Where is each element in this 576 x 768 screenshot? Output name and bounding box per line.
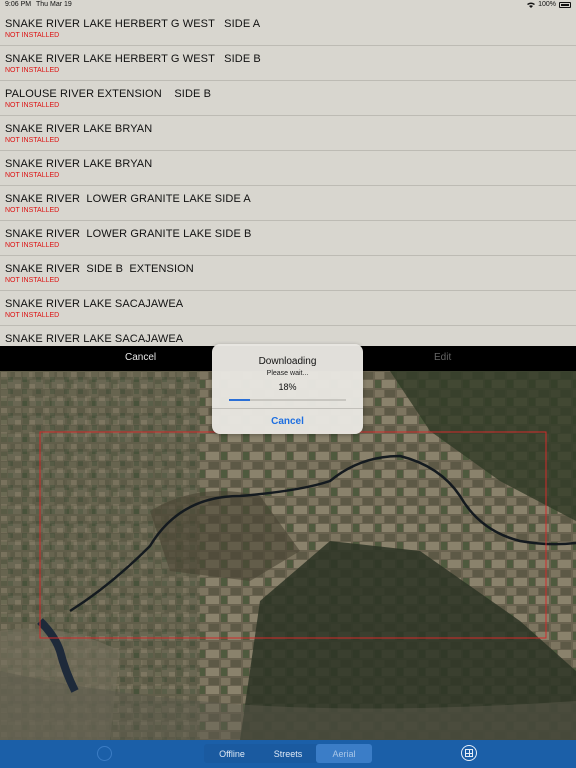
segment-aerial[interactable]: Aerial bbox=[316, 744, 372, 763]
status-date: Thu Mar 19 bbox=[36, 1, 72, 8]
segment-streets[interactable]: Streets bbox=[260, 744, 316, 763]
dialog-message: Please wait... bbox=[266, 370, 309, 377]
map-title: SNAKE RIVER LAKE HERBERT G WEST SIDE A bbox=[5, 18, 261, 30]
install-status: NOT INSTALLED bbox=[5, 102, 60, 109]
dialog-title: Downloading bbox=[258, 356, 317, 367]
map-title: SNAKE RIVER LAKE SACAJAWEA bbox=[5, 298, 184, 310]
map-title: SNAKE RIVER LAKE HERBERT G WEST SIDE B bbox=[5, 53, 261, 65]
wifi-icon bbox=[527, 2, 536, 8]
map-title: SNAKE RIVER LAKE SACAJAWEA bbox=[5, 333, 184, 345]
status-time: 9:06 PM bbox=[5, 1, 32, 8]
list-item[interactable]: PALOUSE RIVER EXTENSION SIDE B NOT INSTA… bbox=[0, 81, 576, 116]
map-type-selector: Offline Streets Aerial bbox=[204, 744, 372, 763]
map-title: SNAKE RIVER LOWER GRANITE LAKE SIDE B bbox=[5, 228, 252, 240]
list-item[interactable]: SNAKE RIVER LAKE BRYAN NOT INSTALLED bbox=[0, 151, 576, 186]
list-item[interactable]: SNAKE RIVER LAKE SACAJAWEA NOT INSTALLED bbox=[0, 291, 576, 326]
install-status: NOT INSTALLED bbox=[5, 242, 60, 249]
install-status: NOT INSTALLED bbox=[5, 67, 60, 74]
progress-fill bbox=[229, 399, 251, 401]
install-status: NOT INSTALLED bbox=[5, 32, 60, 39]
list-item[interactable]: SNAKE RIVER SIDE B EXTENSION NOT INSTALL… bbox=[0, 256, 576, 291]
progress-percent: 18% bbox=[278, 382, 297, 392]
map-title: SNAKE RIVER LOWER GRANITE LAKE SIDE A bbox=[5, 193, 251, 205]
layers-icon[interactable] bbox=[97, 746, 112, 761]
grid-icon[interactable] bbox=[461, 745, 477, 761]
install-status: NOT INSTALLED bbox=[5, 207, 60, 214]
map-list[interactable]: SNAKE RIVER LAKE HERBERT G WEST SIDE A N… bbox=[0, 11, 576, 346]
list-item[interactable]: SNAKE RIVER LAKE HERBERT G WEST SIDE A N… bbox=[0, 11, 576, 46]
install-status: NOT INSTALLED bbox=[5, 137, 60, 144]
status-right: 100% bbox=[527, 1, 571, 8]
map-title: SNAKE RIVER LAKE BRYAN bbox=[5, 123, 153, 135]
list-item[interactable]: SNAKE RIVER LAKE BRYAN NOT INSTALLED bbox=[0, 116, 576, 151]
list-item[interactable]: SNAKE RIVER LOWER GRANITE LAKE SIDE A NO… bbox=[0, 186, 576, 221]
list-item[interactable]: SNAKE RIVER LAKE HERBERT G WEST SIDE B N… bbox=[0, 46, 576, 81]
status-bar: 9:06 PM Thu Mar 19 100% bbox=[0, 0, 576, 11]
map-title: PALOUSE RIVER EXTENSION SIDE B bbox=[5, 88, 212, 100]
dialog-cancel-button[interactable]: Cancel bbox=[212, 416, 363, 427]
download-dialog: Downloading Please wait... 18% Cancel bbox=[212, 344, 363, 434]
map-title: SNAKE RIVER LAKE BRYAN bbox=[5, 158, 153, 170]
segment-offline[interactable]: Offline bbox=[204, 744, 260, 763]
progress-bar bbox=[229, 399, 346, 401]
install-status: NOT INSTALLED bbox=[5, 172, 60, 179]
toolbar-edit-button[interactable]: Edit bbox=[434, 352, 451, 363]
battery-icon bbox=[559, 1, 571, 8]
install-status: NOT INSTALLED bbox=[5, 277, 60, 284]
install-status: NOT INSTALLED bbox=[5, 312, 60, 319]
map-title: SNAKE RIVER SIDE B EXTENSION bbox=[5, 263, 194, 275]
list-item[interactable]: SNAKE RIVER LOWER GRANITE LAKE SIDE B NO… bbox=[0, 221, 576, 256]
battery-percent: 100% bbox=[538, 1, 556, 8]
dialog-divider bbox=[212, 408, 363, 409]
toolbar-cancel-button[interactable]: Cancel bbox=[125, 352, 156, 363]
list-item[interactable]: SNAKE RIVER LAKE SACAJAWEA bbox=[0, 326, 576, 346]
bottom-bar: Offline Streets Aerial bbox=[0, 740, 576, 768]
